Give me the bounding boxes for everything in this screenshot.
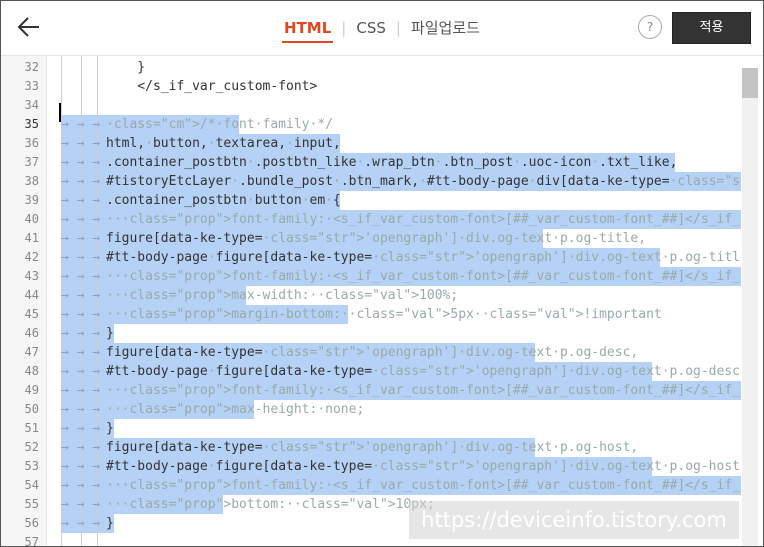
line-number: 37 — [24, 155, 39, 169]
tab-divider: | — [341, 19, 347, 37]
code-line: .container_postbtn·.postbtn_like·.wrap_b… — [106, 155, 678, 170]
code-editor[interactable]: 32 33 34 35 36 37 38 39 40 41 42 43 44 45 46 47 48 49 50 51… — [1, 56, 763, 546]
code-line: ·class="cm">/*·font·family·*/ — [106, 117, 333, 132]
tab-markers: → → → — [61, 421, 101, 436]
tab-divider: | — [395, 19, 401, 37]
line-number: 45 — [24, 307, 39, 321]
line-number: 35 — [24, 117, 39, 131]
line-number: 56 — [24, 516, 39, 530]
top-bar: HTML | CSS | 파일업로드 ? 적용 — [1, 1, 763, 56]
tab-markers: → → → — [61, 307, 101, 322]
code-line: #tt-body-page·figure[data-ke-type=·class… — [106, 250, 741, 265]
watermark: https://deviceinfo.tistory.com — [409, 501, 739, 539]
line-number: 48 — [24, 364, 39, 378]
help-icon[interactable]: ? — [638, 15, 662, 39]
line-number: 34 — [24, 98, 39, 112]
scrollbar-thumb[interactable] — [742, 68, 758, 98]
tab-markers: → → → — [61, 345, 101, 360]
line-number: 33 — [24, 79, 39, 93]
line-number: 53 — [24, 459, 39, 473]
line-number: 55 — [24, 497, 39, 511]
tab-markers: → → → — [61, 478, 101, 493]
code-line: #tistoryEtcLayer·.bundle_post·.btn_mark,… — [106, 174, 741, 189]
apply-button[interactable]: 적용 — [672, 12, 751, 44]
tab-markers: → → → — [61, 136, 101, 151]
code-line: figure[data-ke-type=·class="str">'opengr… — [106, 231, 647, 246]
code-line: ···class="prop">max-height:·none; — [106, 402, 365, 417]
code-line: html,·button,·textarea,·input, — [106, 136, 341, 151]
tab-file-upload[interactable]: 파일업로드 — [409, 17, 482, 42]
tab-markers: → → → — [61, 516, 101, 531]
code-line: } — [106, 60, 146, 75]
tab-markers: → → → — [61, 193, 101, 208]
line-number: 42 — [24, 250, 39, 264]
tab-markers: → → → — [61, 497, 101, 512]
line-number: 47 — [24, 345, 39, 359]
line-number: 36 — [24, 136, 39, 150]
code-line: ···class="prop">bottom:··class="val">10p… — [106, 497, 435, 512]
code-line: } — [106, 421, 114, 436]
code-line: figure[data-ke-type=·class="str">'opengr… — [106, 345, 639, 360]
line-number: 38 — [24, 174, 39, 188]
tab-markers: → → → — [61, 383, 101, 398]
tab-markers: → → → — [61, 459, 101, 474]
line-number: 49 — [24, 383, 39, 397]
code-line: figure[data-ke-type=·class="str">'opengr… — [106, 440, 639, 455]
line-number: 39 — [24, 193, 39, 207]
line-number: 43 — [24, 269, 39, 283]
tab-markers: → → → — [61, 155, 101, 170]
line-number: 51 — [24, 421, 39, 435]
tab-markers: → → → — [61, 364, 101, 379]
code-line: ···class="prop">font-family:·<s_if_var_c… — [106, 478, 741, 493]
line-number: 40 — [24, 212, 39, 226]
line-number: 46 — [24, 326, 39, 340]
line-number-gutter: 32 33 34 35 36 37 38 39 40 41 42 43 44 45 46 47 48 49 50 51… — [1, 56, 47, 546]
tab-markers: → → → — [61, 440, 101, 455]
code-line: } — [106, 326, 114, 341]
line-number: 57 — [24, 535, 39, 546]
tab-markers: → → → — [61, 212, 101, 227]
tab-markers: → → → — [61, 288, 101, 303]
code-line: ···class="prop">max-width:··class="val">… — [106, 288, 459, 303]
tab-markers: → → → — [61, 326, 101, 341]
code-line: } — [106, 516, 114, 531]
line-number: 50 — [24, 402, 39, 416]
tab-markers: → → → — [61, 231, 101, 246]
tab-markers: → → → — [61, 250, 101, 265]
line-number: 32 — [24, 60, 39, 74]
code-line: ···class="prop">font-family:·<s_if_var_c… — [106, 383, 741, 398]
tab-markers: → → → — [61, 402, 101, 417]
code-line: #tt-body-page·figure[data-ke-type=·class… — [106, 364, 741, 379]
vertical-scrollbar[interactable] — [742, 68, 758, 546]
code-line: #tt-body-page·figure[data-ke-type=·class… — [106, 459, 741, 474]
tab-markers: → → → — [61, 174, 101, 189]
line-number: 44 — [24, 288, 39, 302]
line-number: 54 — [24, 478, 39, 492]
code-line: .container_postbtn·button·em·{ — [106, 193, 341, 208]
tab-markers: → → → — [61, 117, 101, 132]
editor-window: HTML | CSS | 파일업로드 ? 적용 32 33 34 35 36 37 38 39 40 41… — [0, 0, 764, 547]
tab-markers: → → → — [61, 269, 101, 284]
line-number: 41 — [24, 231, 39, 245]
text-cursor — [59, 103, 61, 122]
tab-html[interactable]: HTML — [282, 19, 334, 43]
line-number: 52 — [24, 440, 39, 454]
code-line: ···class="prop">font-family:·<s_if_var_c… — [106, 269, 741, 284]
code-line: ···class="prop">margin-bottom:··class="v… — [106, 307, 662, 322]
code-line: </s_if_var_custom-font> — [106, 79, 318, 94]
tab-css[interactable]: CSS — [354, 19, 388, 41]
code-line: ···class="prop">font-family:·<s_if_var_c… — [106, 212, 741, 227]
